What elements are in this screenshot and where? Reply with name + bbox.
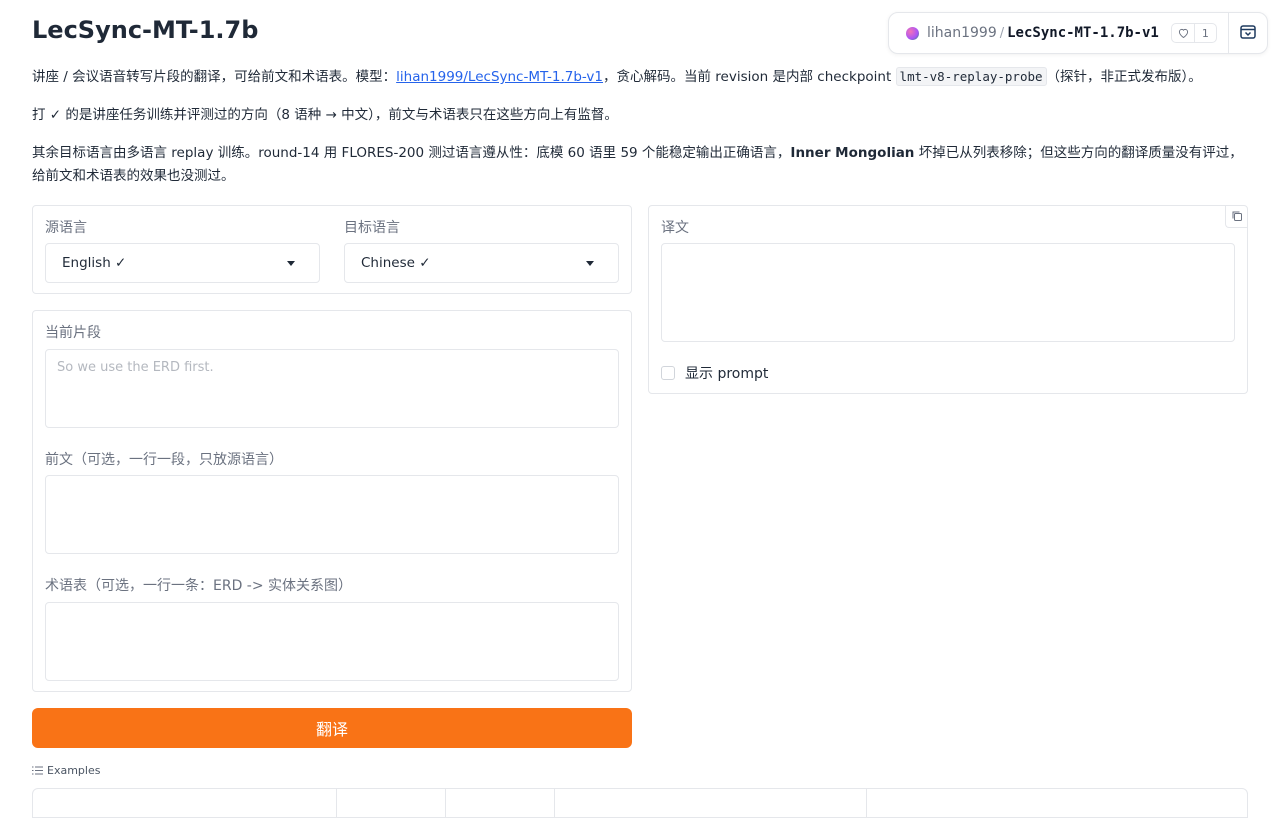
copy-button[interactable] bbox=[1225, 206, 1247, 228]
language-panel: 源语言 English ✓ 目标语言 Chinese ✓ bbox=[32, 205, 632, 294]
glossary-label: 术语表（可选，一行一条：ERD -> 实体关系图） bbox=[45, 578, 353, 594]
translate-button[interactable]: 翻译 bbox=[32, 708, 632, 748]
description-text: 其余目标语言由多语言 replay 训练。round-14 用 FLORES-2… bbox=[32, 145, 791, 161]
target-language-value: Chinese ✓ bbox=[361, 255, 431, 271]
target-language-select[interactable]: Chinese ✓ bbox=[344, 243, 619, 283]
like-button[interactable]: 1 bbox=[1170, 23, 1217, 43]
collapse-icon bbox=[1240, 24, 1256, 43]
description-paragraph-3: 其余目标语言由多语言 replay 训练。round-14 用 FLORES-2… bbox=[32, 142, 1248, 188]
source-language-label: 源语言 bbox=[45, 220, 87, 236]
output-textbox[interactable] bbox=[661, 243, 1235, 342]
revision-code: lmt-v8-replay-probe bbox=[895, 67, 1047, 86]
description-paragraph-1: 讲座 / 会议语音转写片段的翻译，可给前文和术语表。模型：lihan1999/L… bbox=[32, 65, 1248, 89]
table-column-divider bbox=[554, 789, 555, 817]
target-language-label: 目标语言 bbox=[344, 220, 400, 236]
description-text: （探针，非正式发布版）。 bbox=[1046, 69, 1202, 85]
space-separator: / bbox=[999, 25, 1005, 41]
glossary-input[interactable] bbox=[45, 602, 619, 681]
collapse-header-button[interactable] bbox=[1228, 13, 1267, 53]
context-label: 前文（可选，一行一段，只放源语言） bbox=[45, 452, 283, 468]
examples-table bbox=[32, 788, 1248, 818]
show-prompt-row[interactable]: 显示 prompt bbox=[661, 363, 768, 383]
copy-icon bbox=[1231, 207, 1243, 226]
examples-header: Examples bbox=[32, 764, 100, 777]
output-label: 译文 bbox=[661, 220, 689, 236]
like-count: 1 bbox=[1201, 26, 1209, 40]
space-badge: lihan1999 / LecSync-MT-1.7b-v1 1 bbox=[888, 12, 1268, 54]
model-link[interactable]: lihan1999/LecSync-MT-1.7b-v1 bbox=[396, 69, 603, 85]
space-name-link[interactable]: LecSync-MT-1.7b-v1 bbox=[1007, 25, 1159, 41]
source-language-select[interactable]: English ✓ bbox=[45, 243, 320, 283]
table-column-divider bbox=[866, 789, 867, 817]
examples-label: Examples bbox=[47, 764, 101, 777]
show-prompt-checkbox[interactable] bbox=[661, 366, 675, 380]
source-language-value: English ✓ bbox=[62, 255, 127, 271]
description-paragraph-2: 打 ✓ 的是讲座任务训练并评测过的方向（8 语种 → 中文），前文与术语表只在这… bbox=[32, 107, 618, 123]
table-column-divider bbox=[445, 789, 446, 817]
page-title: LecSync-MT-1.7b bbox=[32, 16, 259, 44]
heart-icon bbox=[1172, 24, 1195, 42]
list-icon bbox=[32, 766, 43, 775]
owner-avatar bbox=[906, 26, 919, 40]
chevron-down-icon bbox=[586, 261, 594, 266]
table-column-divider bbox=[336, 789, 337, 817]
output-panel: 译文 显示 prompt bbox=[648, 205, 1248, 394]
description-text: ，贪心解码。当前 revision 是内部 checkpoint bbox=[603, 69, 896, 85]
segment-input[interactable] bbox=[45, 349, 619, 428]
language-name-bold: Inner Mongolian bbox=[790, 145, 915, 161]
chevron-down-icon bbox=[287, 261, 295, 266]
segment-label: 当前片段 bbox=[45, 325, 101, 341]
inputs-panel: 当前片段 前文（可选，一行一段，只放源语言） 术语表（可选，一行一条：ERD -… bbox=[32, 310, 632, 692]
description-text: 讲座 / 会议语音转写片段的翻译，可给前文和术语表。模型： bbox=[32, 69, 397, 85]
context-input[interactable] bbox=[45, 475, 619, 554]
show-prompt-label: 显示 prompt bbox=[685, 366, 769, 382]
space-owner-link[interactable]: lihan1999 bbox=[927, 25, 997, 41]
